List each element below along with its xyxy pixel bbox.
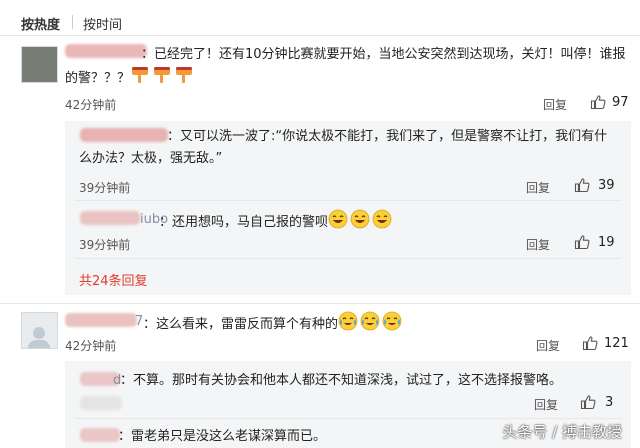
- thumbs-down-emoji: [152, 65, 172, 85]
- reply-text-line2: 么办法？太极，强无敌。”: [79, 151, 223, 166]
- reply-button[interactable]: 回复: [526, 179, 550, 196]
- like-count: 19: [598, 235, 615, 250]
- thumbs-down-emoji: [174, 65, 194, 85]
- reply-text-line1: ：还用想吗，马自己报的警呗: [159, 209, 394, 233]
- crying-laughing-emoji: [360, 311, 380, 331]
- avatar-body: [28, 340, 50, 348]
- reply-text-line1: ：不算。那时有关协会和他本人都还不知道深浅，试过了，这不选择报警咯。: [120, 373, 563, 388]
- thumbs-up-icon[interactable]: [574, 234, 590, 250]
- reply-time: 39分钟前: [79, 238, 131, 252]
- thumbs-up-icon[interactable]: [580, 394, 596, 410]
- reply-button[interactable]: 回复: [534, 396, 558, 413]
- watermark: 头条号 / 搏击教授: [502, 423, 622, 441]
- divider: [75, 200, 621, 201]
- comment-divider: [0, 303, 640, 304]
- username-redacted[interactable]: [80, 428, 120, 442]
- reply-text-line1: ：雷老弟只是没这么老谋深算而已。: [118, 429, 327, 444]
- thumbs-up-icon[interactable]: [590, 94, 606, 110]
- like-count: 121: [604, 336, 629, 351]
- comment-time: 42分钟前: [65, 339, 117, 353]
- reply-time: 39分钟前: [79, 181, 131, 195]
- username-redacted[interactable]: [65, 44, 147, 58]
- like-count: 3: [605, 395, 614, 410]
- reply-button[interactable]: 回复: [543, 96, 567, 113]
- avatar[interactable]: [21, 46, 58, 83]
- default-avatar-icon[interactable]: [21, 312, 58, 349]
- thumbs-up-icon[interactable]: [582, 335, 598, 351]
- laughing-emoji: [350, 209, 370, 229]
- thumbs-up-icon[interactable]: [574, 177, 590, 193]
- comment-text-line2: 的警？？？: [65, 65, 196, 89]
- crying-laughing-emoji: [338, 311, 358, 331]
- sort-bar: 按热度 按时间: [0, 0, 640, 36]
- more-replies-link[interactable]: 共24条回复: [79, 270, 148, 289]
- reply-text-line1: ：又可以洗一波了:“你说太极不能打，我们来了，但是警察不让打，我们有什: [167, 129, 608, 144]
- reply-button[interactable]: 回复: [536, 337, 560, 354]
- comment-time: 42分钟前: [65, 98, 117, 112]
- username-redacted[interactable]: [80, 128, 168, 142]
- comment-text-line1: ：这么看来，雷雷反而算个有种的: [143, 311, 404, 335]
- like-count: 39: [598, 178, 615, 193]
- divider: [75, 258, 621, 259]
- time-redacted: [80, 396, 122, 410]
- crying-laughing-emoji: [382, 311, 402, 331]
- sort-divider: [72, 15, 73, 29]
- reply-button[interactable]: 回复: [526, 236, 550, 253]
- comment-text-line1: ：已经完了！还有10分钟比赛就要开始，当地公安突然到达现场，关灯！叫停！谁报: [141, 47, 626, 62]
- laughing-emoji: [372, 209, 392, 229]
- thumbs-down-emoji: [130, 65, 150, 85]
- sort-by-hot-tab[interactable]: 按热度: [21, 14, 60, 33]
- sort-by-time-tab[interactable]: 按时间: [83, 14, 122, 33]
- like-count: 97: [612, 95, 629, 110]
- username-redacted[interactable]: [65, 313, 137, 327]
- divider: [75, 418, 621, 419]
- laughing-emoji: [328, 209, 348, 229]
- username-redacted[interactable]: [80, 211, 140, 225]
- avatar-head: [33, 327, 45, 339]
